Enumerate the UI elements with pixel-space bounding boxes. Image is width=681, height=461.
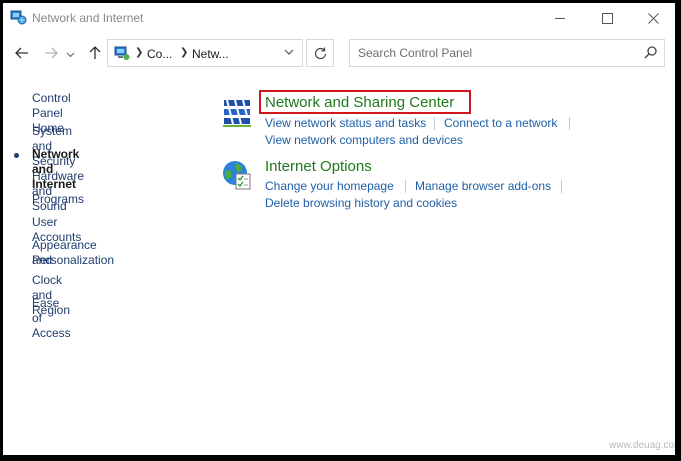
- network-sharing-icon[interactable]: [221, 96, 253, 128]
- breadcrumb-control-panel[interactable]: Co...: [147, 47, 172, 61]
- arrow-left-icon: [15, 47, 28, 59]
- forward-button[interactable]: [40, 42, 62, 64]
- recent-locations-button[interactable]: [63, 44, 77, 66]
- view-network-computers-link[interactable]: View network computers and devices: [265, 133, 463, 147]
- sidebar-item-appearance-line2[interactable]: Personalization: [32, 253, 114, 268]
- address-bar[interactable]: ❯ Co... ❯ Netw...: [107, 39, 303, 67]
- up-button[interactable]: [84, 42, 106, 64]
- link-separator: [405, 180, 406, 193]
- view-network-status-link[interactable]: View network status and tasks: [265, 116, 426, 130]
- internet-options-icon[interactable]: [221, 159, 253, 191]
- refresh-icon: [314, 47, 326, 59]
- current-item-bullet: [14, 153, 19, 158]
- search-icon[interactable]: [644, 46, 657, 59]
- window-title: Network and Internet: [32, 11, 144, 25]
- manage-addons-link[interactable]: Manage browser add-ons: [415, 179, 551, 193]
- internet-options-link[interactable]: Internet Options: [265, 158, 372, 175]
- link-separator: [561, 180, 562, 193]
- arrow-right-icon: [45, 47, 58, 59]
- refresh-button[interactable]: [306, 39, 334, 67]
- connect-to-network-link[interactable]: Connect to a network: [444, 116, 557, 130]
- close-button[interactable]: [630, 3, 675, 33]
- breadcrumb-network-internet[interactable]: Netw...: [192, 47, 229, 61]
- link-separator: [434, 117, 435, 130]
- title-bar: Network and Internet: [3, 3, 675, 33]
- chevron-down-icon: [66, 52, 74, 58]
- highlight-box: [259, 90, 471, 114]
- chevron-down-icon[interactable]: [284, 49, 294, 56]
- minimize-button[interactable]: [537, 3, 583, 33]
- chevron-right-icon: ❯: [180, 47, 189, 58]
- network-internet-icon: [10, 10, 27, 25]
- chevron-right-icon: ❯: [135, 47, 144, 58]
- link-separator: [569, 117, 570, 130]
- delete-browsing-history-link[interactable]: Delete browsing history and cookies: [265, 196, 457, 210]
- maximize-button[interactable]: [584, 3, 630, 33]
- sidebar-item-ease-of-access[interactable]: Ease of Access: [32, 296, 71, 341]
- search-box[interactable]: [349, 39, 665, 67]
- close-icon: [647, 12, 659, 24]
- sidebar-item-programs[interactable]: Programs: [32, 192, 84, 207]
- maximize-icon: [601, 12, 613, 24]
- arrow-up-icon: [89, 46, 101, 59]
- control-panel-icon: [114, 46, 130, 60]
- control-panel-window: Network and Internet ❯ Co... ❯ Netw... S…: [3, 3, 675, 455]
- change-homepage-link[interactable]: Change your homepage: [265, 179, 394, 193]
- watermark: www.deuag.com: [609, 440, 675, 451]
- back-button[interactable]: [11, 42, 33, 64]
- search-input[interactable]: [350, 40, 638, 66]
- minimize-icon: [554, 17, 565, 19]
